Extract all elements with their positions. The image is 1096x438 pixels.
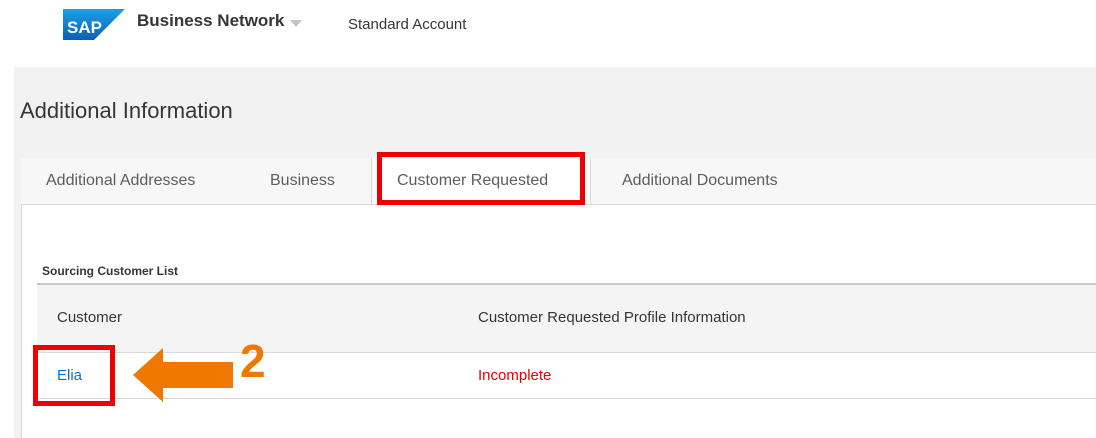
step-number: 2	[240, 335, 266, 387]
column-header-profile-information[interactable]: Customer Requested Profile Information	[478, 309, 746, 326]
chevron-down-icon[interactable]	[290, 20, 302, 27]
account-type-label: Standard Account	[348, 16, 467, 33]
page-title: Additional Information	[20, 98, 233, 123]
highlight-box-tab	[377, 152, 585, 205]
tab-additional-documents[interactable]: Additional Documents	[622, 172, 778, 190]
top-header-bar: SAP Business Network Standard Account	[0, 0, 1096, 56]
sap-logo-icon[interactable]: SAP	[63, 9, 125, 40]
arrow-left-icon	[133, 348, 233, 402]
column-header-customer[interactable]: Customer	[57, 309, 122, 326]
tab-business[interactable]: Business	[270, 172, 335, 190]
status-incomplete: Incomplete	[478, 367, 552, 384]
highlight-box-customer	[33, 345, 115, 406]
product-name[interactable]: Business Network	[137, 11, 284, 31]
section-title: Sourcing Customer List	[42, 264, 179, 278]
sap-logo-text: SAP	[67, 18, 102, 37]
tab-additional-addresses[interactable]: Additional Addresses	[46, 172, 195, 190]
